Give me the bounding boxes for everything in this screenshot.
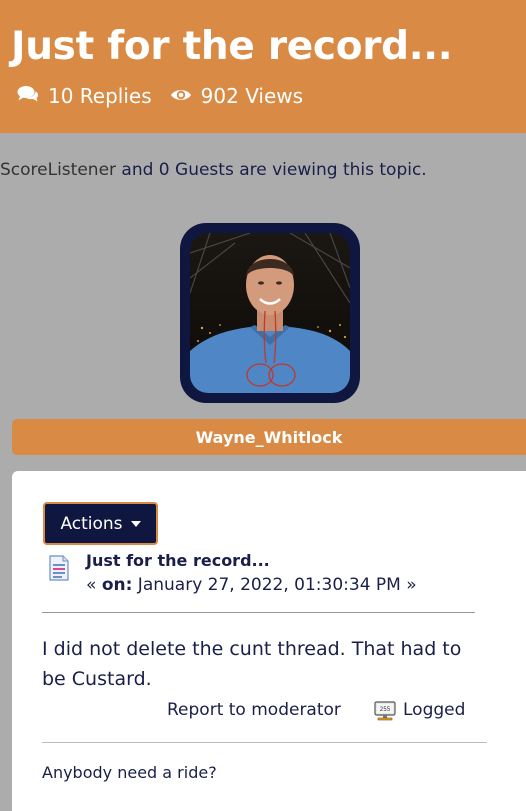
ip-monitor-icon: 255 [374,701,396,725]
viewing-text: and 0 Guests are viewing this topic. [116,160,427,180]
viewing-notice: ScoreListener and 0 Guests are viewing t… [0,160,427,180]
comments-icon [17,84,39,108]
eye-icon [170,84,192,108]
topic-header: Just for the record... 10 Replies 902 Vi… [0,0,526,133]
author-name-bar[interactable]: Wayne_Whitlock [12,419,526,455]
date-prefix: « [86,575,102,595]
logged-label: Logged [403,700,466,720]
post-body: I did not delete the cunt thread. That h… [42,638,462,690]
post-card: Actions Just for the record... « on: Jan… [12,471,526,811]
author-name[interactable]: Wayne_Whitlock [196,428,343,447]
report-to-moderator-link[interactable]: Report to moderator [167,700,341,720]
viewer-link[interactable]: ScoreListener [0,160,116,180]
actions-button[interactable]: Actions [43,502,158,545]
caret-down-icon [130,520,141,527]
views-count: 902 Views [200,84,304,108]
post-signature: Anybody need a ride? [42,763,217,782]
avatar[interactable] [190,233,350,393]
post-date: « on: January 27, 2022, 01:30:34 PM » [86,575,417,595]
date-on-label: on: [101,575,133,595]
replies-count: 10 Replies [48,84,152,108]
avatar-frame [180,223,360,403]
topic-stats: 10 Replies 902 Views [17,83,321,109]
document-icon [48,555,70,585]
signature-divider [42,742,487,743]
svg-text:255: 255 [380,706,391,713]
date-value: January 27, 2022, 01:30:34 PM » [132,575,417,595]
actions-label: Actions [60,513,123,534]
topic-title: Just for the record... [11,24,453,69]
post-header-divider [42,612,475,613]
post-subject[interactable]: Just for the record... [86,551,270,570]
